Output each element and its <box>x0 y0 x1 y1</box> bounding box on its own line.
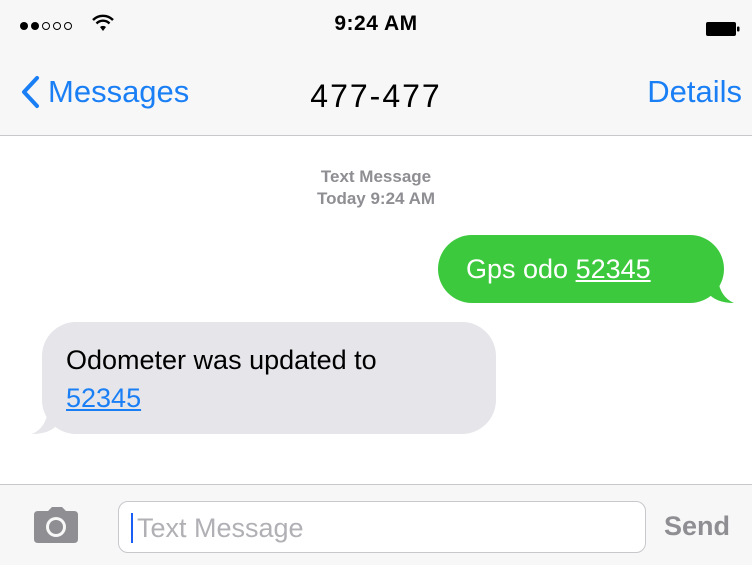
message-date-label: Today 9:24 AM <box>316 189 436 208</box>
message-text: Odometer was updated to <box>66 345 377 375</box>
status-time: 9:24 AM <box>334 12 418 35</box>
outgoing-message-bubble[interactable]: Gps odo 52345 <box>438 235 734 303</box>
text-cursor <box>131 513 133 543</box>
bubble-tail <box>32 410 58 434</box>
navigation-bar: Messages 477-477 Details <box>0 50 752 136</box>
contact-title: 477-477 <box>310 78 442 114</box>
message-text: Gps odo <box>466 254 576 284</box>
details-button[interactable]: Details <box>647 72 742 112</box>
message-type-label: Text Message <box>320 167 432 186</box>
message-number-link[interactable]: 52345 <box>576 254 651 284</box>
battery-icon <box>706 22 740 36</box>
message-input-placeholder: Text Message <box>137 513 304 543</box>
message-input-bar: Text Message Send <box>0 484 752 565</box>
incoming-message-bubble[interactable]: Odometer was updated to 52345 <box>32 322 496 434</box>
conversation-timestamp: Text Message Today 9:24 AM <box>0 166 752 210</box>
status-bar: 9:24 AM <box>0 0 752 50</box>
message-number-link[interactable]: 52345 <box>66 383 141 413</box>
camera-icon[interactable] <box>34 507 78 543</box>
send-button[interactable]: Send <box>664 511 730 542</box>
message-input[interactable]: Text Message <box>118 501 646 553</box>
bubble-tail <box>708 279 734 303</box>
